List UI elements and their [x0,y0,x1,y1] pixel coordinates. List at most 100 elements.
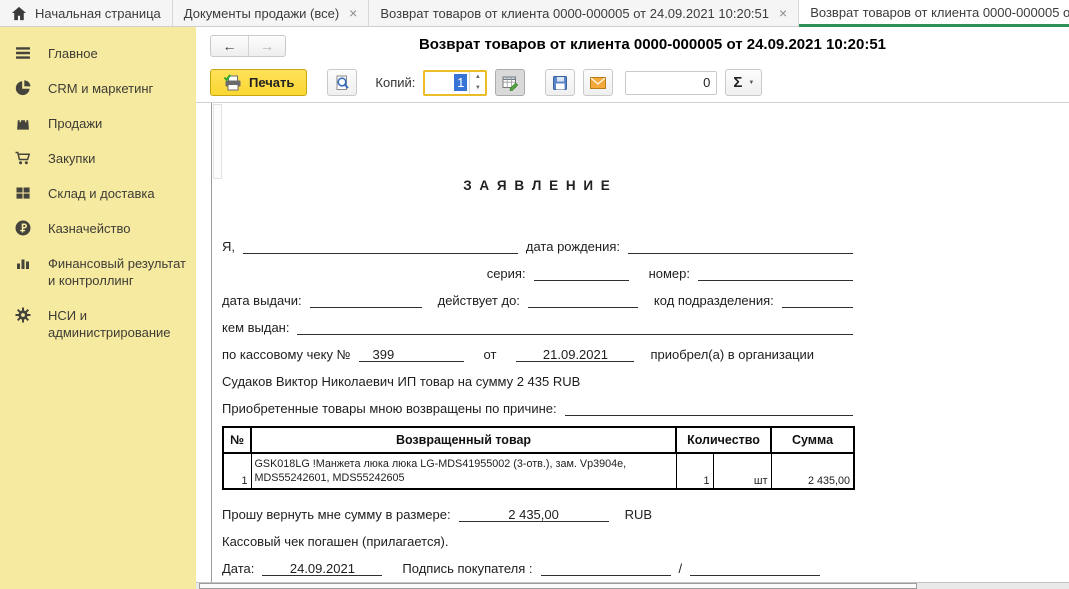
sidebar-item-crm[interactable]: CRM и маркетинг [0,71,196,106]
nav-row: ← → Возврат товаров от клиента 0000-0000… [196,27,1069,63]
sidebar-item-main[interactable]: Главное [0,36,196,71]
sidebar-item-label: Склад и доставка [48,185,155,202]
field-label: от [484,347,497,362]
sidebar-item-label: Продажи [48,115,102,132]
cart-icon [13,149,33,167]
cell-product: GSK018LG !Манжета люка люка LG-MDS419550… [251,453,676,489]
blank-line [310,293,422,308]
field-label: Подпись покупателя : [402,561,532,576]
sidebar-item-sales[interactable]: Продажи [0,106,196,141]
field-label: дата выдачи: [222,293,302,308]
col-header-num: № [223,427,251,453]
close-icon[interactable]: × [779,6,787,20]
receipt-number: 399 [359,347,464,362]
field-label: кем выдан: [222,320,289,335]
seller-line: Судаков Виктор Николаевич ИП товар на су… [222,373,853,389]
cell-num: 1 [223,453,251,489]
form-line-name: Я, дата рождения: [222,238,853,254]
email-button[interactable] [583,69,613,96]
field-label: действует до: [438,293,520,308]
cell-qty: 1 [676,453,713,489]
form-line-issue: дата выдачи: действует до: код подраздел… [222,292,853,308]
chevron-down-icon: ▼ [748,80,754,86]
form-line-refund: Прошу вернуть мне сумму в размере: 2 435… [222,506,853,522]
sidebar-item-treasury[interactable]: Казначейство [0,211,196,246]
tab-home[interactable]: Начальная страница [0,0,173,27]
gear-icon [13,306,33,324]
field-label: код подразделения: [654,293,774,308]
refund-amount: 2 435,00 [459,507,609,522]
print-button[interactable]: Печать [210,69,307,96]
copies-input[interactable]: 1 ▲ ▼ [423,70,487,96]
scrollbar-thumb[interactable] [199,583,917,589]
sidebar: Главное CRM и маркетинг Продажи Закупки [0,27,196,589]
blank-line [782,293,853,308]
form-line-passport: серия: номер: [222,265,853,281]
field-label: приобрел(а) в организации [650,347,814,362]
warehouse-icon [13,184,33,202]
document-title: З А Я В Л Е Н И Е [222,178,853,193]
receipt-note: Кассовый чек погашен (прилагается). [222,534,448,549]
field-label: Прошу вернуть мне сумму в размере: [222,507,451,522]
printer-icon [223,73,243,92]
date-value: 24.09.2021 [262,561,382,576]
col-header-quantity: Количество [676,427,771,453]
sidebar-item-label: Закупки [48,150,95,167]
shopping-bag-icon [13,114,33,132]
slash-separator: / [679,561,683,576]
tab-sales-documents[interactable]: Документы продажи (все) × [173,0,370,27]
blank-line [698,266,853,281]
sidebar-item-label: НСИ и администрирование [48,307,188,341]
copies-stepper: ▲ ▼ [469,72,485,94]
tab-label: Возврат товаров от клиента 0000-000005 о… [810,5,1069,20]
receipt-note-line: Кассовый чек погашен (прилагается). [222,533,853,549]
blank-line [534,266,629,281]
tab-label: Начальная страница [35,6,161,21]
page-title: Возврат товаров от клиента 0000-000005 о… [256,36,1049,53]
table-header-row: № Возвращенный товар Количество Сумма [223,427,854,453]
sum-button[interactable]: Σ ▼ [725,69,762,96]
sidebar-item-purchases[interactable]: Закупки [0,141,196,176]
sum-icon: Σ [733,74,742,91]
copies-value: 1 [454,74,467,91]
blank-line [690,561,820,576]
preview-button[interactable] [327,69,357,96]
save-button[interactable] [545,69,575,96]
blank-line [243,239,518,254]
form-line-reason: Приобретенные товары мною возвращены по … [222,400,853,416]
edit-spreadsheet-button[interactable] [495,69,525,96]
save-icon [551,74,569,92]
copies-field[interactable]: 1 [425,72,469,94]
spin-up-icon[interactable]: ▲ [470,72,485,83]
tab-label: Документы продажи (все) [184,6,339,21]
sidebar-item-finance[interactable]: Финансовый результат и контроллинг [0,246,196,298]
form-line-issued-by: кем выдан: [222,319,853,335]
spin-down-icon[interactable]: ▼ [470,83,485,94]
close-icon[interactable]: × [349,6,357,20]
menu-icon [13,44,33,62]
app-window: Начальная страница Документы продажи (вс… [0,0,1069,589]
pie-chart-icon [13,79,33,97]
tab-return-document[interactable]: Возврат товаров от клиента 0000-000005 о… [369,0,799,27]
sum-result-value: 0 [703,75,710,90]
print-button-label: Печать [249,75,294,90]
field-label: серия: [487,266,526,281]
receipt-date: 21.09.2021 [516,347,634,362]
statement-document: З А Я В Л Е Н И Е Я, дата рождения: сери… [222,103,853,582]
tab-return-document-print[interactable]: Возврат товаров от клиента 0000-000005 о… [799,0,1069,27]
toolbar: Печать Копий: 1 ▲ [196,63,1069,103]
sidebar-item-warehouse[interactable]: Склад и доставка [0,176,196,211]
sum-result-field[interactable]: 0 [625,71,717,95]
blank-line [297,320,853,335]
col-header-product: Возвращенный товар [251,427,676,453]
blank-line [628,239,853,254]
document-preview[interactable]: З А Я В Л Е Н И Е Я, дата рождения: сери… [196,103,1069,582]
horizontal-scrollbar[interactable] [196,582,1069,589]
home-icon [11,6,27,21]
back-button[interactable]: ← [211,36,248,56]
copies-label: Копий: [375,75,415,90]
currency-label: RUB [625,507,652,522]
sidebar-item-admin[interactable]: НСИ и администрирование [0,298,196,350]
document-left-border [211,103,212,582]
sidebar-item-label: Казначейство [48,220,130,237]
